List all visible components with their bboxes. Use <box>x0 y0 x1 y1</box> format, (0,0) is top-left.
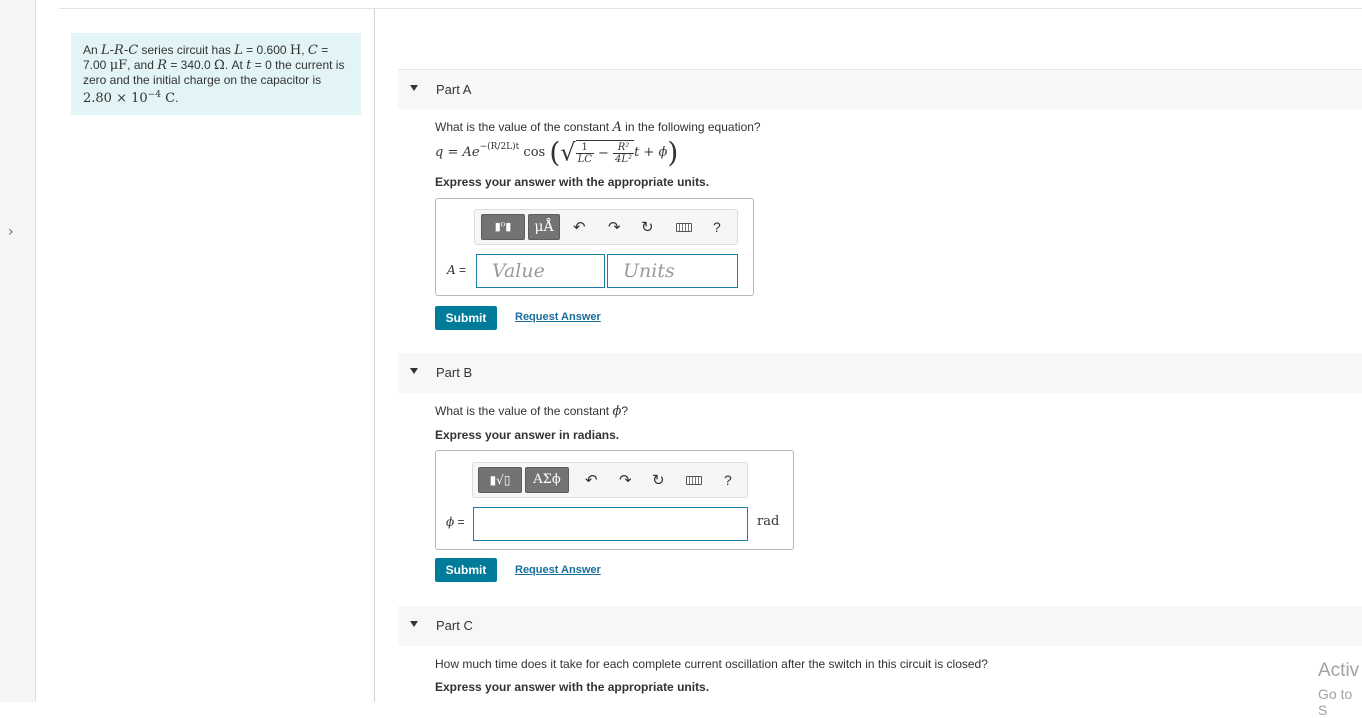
frac-num: R² <box>613 142 635 154</box>
help-icon[interactable]: ? <box>713 219 721 235</box>
part-b-request-answer-link[interactable]: Request Answer <box>515 564 601 576</box>
part-a-instruction: Express your answer with the appropriate… <box>435 175 710 189</box>
problem-text: An <box>83 43 102 57</box>
part-b-answer-panel: ▮√▯ ΑΣϕ ↶ ↷ ↻ ? ϕ = rad <box>435 450 794 550</box>
activation-watermark-sub: Go to S <box>1318 686 1353 718</box>
caret-down-icon[interactable] <box>410 85 418 91</box>
units-button[interactable]: μÅ <box>528 214 560 240</box>
part-c-question: How much time does it take for each comp… <box>435 657 988 671</box>
answer-eq: = <box>454 515 465 529</box>
eq-tail: t + ϕ <box>634 145 668 160</box>
eq-paren-close: ) <box>667 136 679 169</box>
circuit-type: L-R-C <box>101 43 139 58</box>
question-text: in the following equation? <box>621 120 761 134</box>
problem-text: series circuit has <box>138 43 235 57</box>
eq-fraction-2: R² 4L² <box>613 142 635 165</box>
capacitance-unit: μF <box>109 58 128 73</box>
problem-text: . At <box>224 58 247 72</box>
activation-watermark: Activ <box>1318 660 1360 681</box>
eq-e: e <box>471 145 480 160</box>
sqrt-icon: √ <box>560 138 576 167</box>
inductance-value: = 0.600 <box>242 43 290 57</box>
answer-symbol: ϕ <box>446 515 455 529</box>
part-a-question: What is the value of the constant A in t… <box>435 120 761 135</box>
phi-input[interactable] <box>473 507 748 541</box>
resistance-unit: Ω <box>214 58 225 73</box>
chevron-right-icon[interactable]: › <box>8 224 14 240</box>
templates-button[interactable]: ▮√▯ <box>478 467 522 493</box>
frac-num: 1 <box>575 142 594 154</box>
eq-sqrt-body: 1 LC − R² 4L² <box>575 140 635 165</box>
answer-eq: = <box>455 263 467 277</box>
top-divider <box>59 8 1362 9</box>
value-input[interactable]: Value <box>476 254 605 288</box>
part-a-answer-panel: ▮⁰▮ μÅ ↶ ↷ ↻ ? A = Value Units <box>435 198 754 296</box>
question-symbol: A <box>612 120 622 135</box>
inductance-unit: H <box>289 43 302 58</box>
part-a-submit-button[interactable]: Submit <box>435 306 497 330</box>
part-b-submit-button[interactable]: Submit <box>435 558 497 582</box>
eq-cos: cos <box>519 145 550 160</box>
eq-fraction-1: 1 LC <box>575 142 594 165</box>
eq-A: A <box>462 145 472 160</box>
undo-icon[interactable]: ↶ <box>585 471 598 489</box>
resistance-symbol: R <box>157 58 167 73</box>
eq-minus: − <box>593 146 614 161</box>
problem-text: . <box>175 91 179 105</box>
templates-button[interactable]: ▮⁰▮ <box>481 214 525 240</box>
help-icon[interactable]: ? <box>724 472 732 488</box>
part-b-question: What is the value of the constant ϕ? <box>435 404 628 419</box>
question-text: What is the value of the constant <box>435 120 613 134</box>
redo-icon[interactable]: ↷ <box>608 218 621 236</box>
eq-sign: = <box>443 145 463 160</box>
part-a-title: Part A <box>436 82 472 97</box>
frac-den: 4L² <box>615 154 633 165</box>
answer-label-a: A = <box>447 263 466 277</box>
reset-icon[interactable]: ↻ <box>652 471 665 489</box>
oscillation-equation: q = Ae−(R/2L)t cos (√ 1 LC − R² 4L² t + ϕ) <box>435 136 679 169</box>
reset-icon[interactable]: ↻ <box>641 218 654 236</box>
keyboard-icon[interactable] <box>686 476 702 485</box>
question-text: What is the value of the constant <box>435 404 613 418</box>
keyboard-icon[interactable] <box>676 223 692 232</box>
eq-paren-open: ( <box>549 136 561 169</box>
part-b-title: Part B <box>436 365 473 380</box>
part-a-header[interactable]: Part A <box>398 69 1362 109</box>
column-divider <box>374 9 375 702</box>
part-c-title: Part C <box>436 618 473 633</box>
problem-text: , and <box>127 58 158 72</box>
problem-statement: An L-R-C series circuit has L = 0.600 H,… <box>71 33 361 115</box>
capacitance-symbol: C <box>307 43 318 58</box>
initial-charge-exponent: −4 <box>147 90 161 100</box>
part-c-header[interactable]: Part C <box>398 606 1362 646</box>
part-b-instruction: Express your answer in radians. <box>435 428 620 442</box>
resistance-value: = 340.0 <box>167 58 215 72</box>
part-a-request-answer-link[interactable]: Request Answer <box>515 311 601 323</box>
caret-down-icon[interactable] <box>410 368 418 374</box>
part-b-header[interactable]: Part B <box>398 353 1362 393</box>
frac-den: LC <box>577 154 592 165</box>
answer-label-phi: ϕ = <box>446 515 465 529</box>
caret-down-icon[interactable] <box>410 621 418 627</box>
question-symbol: ϕ <box>612 404 622 419</box>
left-rail: › <box>0 0 36 702</box>
part-c-instruction: Express your answer with the appropriate… <box>435 680 710 694</box>
answer-symbol: A <box>447 263 456 277</box>
symbols-button[interactable]: ΑΣϕ <box>525 467 569 493</box>
inductance-symbol: L <box>234 43 243 58</box>
initial-charge-value: 2.80 × 10 <box>83 91 148 106</box>
math-toolbar: ▮⁰▮ μÅ ↶ ↷ ↻ ? <box>474 209 738 245</box>
initial-charge-unit: C <box>160 91 176 106</box>
radian-unit-label: rad <box>757 514 780 529</box>
math-toolbar: ▮√▯ ΑΣϕ ↶ ↷ ↻ ? <box>472 462 748 498</box>
redo-icon[interactable]: ↷ <box>619 471 632 489</box>
question-text: ? <box>621 404 628 418</box>
eq-exponent: −(R/2L)t <box>479 142 520 152</box>
units-input[interactable]: Units <box>607 254 738 288</box>
undo-icon[interactable]: ↶ <box>573 218 586 236</box>
